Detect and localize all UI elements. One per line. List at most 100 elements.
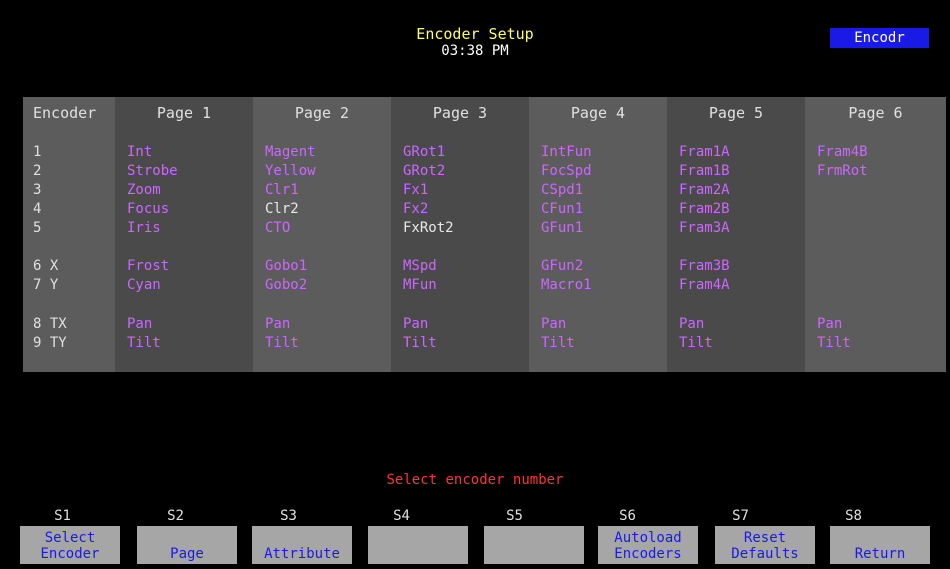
encoder-attribute-cell[interactable]: Gobo2 <box>265 277 307 293</box>
softkey-number-8: S8 <box>845 508 862 524</box>
softkey-number-5: S5 <box>506 508 523 524</box>
encoder-attribute-cell[interactable]: Macro1 <box>541 277 592 293</box>
softkey-button-2[interactable]: Page <box>137 526 237 564</box>
encoder-attribute-cell[interactable]: Frost <box>127 258 169 274</box>
encoder-attribute-cell[interactable]: Fram2A <box>679 182 730 198</box>
page-header-3[interactable]: Page 3 <box>391 105 529 121</box>
softkey-button-1[interactable]: Select Encoder <box>20 526 120 564</box>
page-column-1: Page 1 Int Strobe Zoom Focus Iris Frost Cyan Pan… <box>115 97 253 372</box>
encoder-attribute-cell[interactable]: MFun <box>403 277 437 293</box>
mode-badge: Encodr <box>830 28 929 48</box>
encoder-attribute-cell[interactable]: Magent <box>265 144 316 160</box>
encoder-attribute-cell[interactable]: GRot2 <box>403 163 445 179</box>
encoder-number-label[interactable]: 5 <box>33 220 41 236</box>
clock-time: 03:38 PM <box>441 43 509 59</box>
encoder-attribute-cell[interactable]: CFun1 <box>541 201 583 217</box>
encoder-number-label[interactable]: 2 <box>33 163 41 179</box>
encoder-attribute-cell[interactable]: GFun1 <box>541 220 583 236</box>
encoder-attribute-cell[interactable]: Iris <box>127 220 161 236</box>
encoder-number-label[interactable]: 8 TX <box>33 316 67 332</box>
page-header-6[interactable]: Page 6 <box>805 105 946 121</box>
screen-title: Encoder Setup <box>416 25 534 43</box>
encoder-attribute-cell[interactable]: Pan <box>679 316 704 332</box>
softkey-button-6[interactable]: Autoload Encoders <box>598 526 698 564</box>
encoder-number-label[interactable]: 3 <box>33 182 41 198</box>
encoder-number-label[interactable]: 4 <box>33 201 41 217</box>
softkey-button-4[interactable] <box>368 526 468 564</box>
softkey-label: Encoders <box>614 546 682 562</box>
command-prompt: Select encoder number <box>386 472 564 488</box>
encoder-attribute-cell[interactable]: Zoom <box>127 182 161 198</box>
encoder-attribute-cell[interactable]: Fram4B <box>817 144 868 160</box>
encoder-attribute-cell[interactable]: Pan <box>403 316 428 332</box>
encoder-attribute-cell[interactable]: IntFun <box>541 144 592 160</box>
encoder-attribute-cell[interactable]: Gobo1 <box>265 258 307 274</box>
encoder-column: Encoder 1 2 3 4 5 6 X 7 Y 8 TX 9 TY <box>23 97 115 372</box>
page-column-5: Page 5 Fram1A Fram1B Fram2A Fram2B Fram3A Fram… <box>667 97 805 372</box>
encoder-attribute-cell[interactable]: FrmRot <box>817 163 868 179</box>
softkey-number-3: S3 <box>280 508 297 524</box>
softkey-label: Defaults <box>731 546 799 562</box>
softkey-button-3[interactable]: Attribute <box>252 526 352 564</box>
softkey-number-1: S1 <box>54 508 71 524</box>
encoder-number-label[interactable]: 9 TY <box>33 335 67 351</box>
encoder-attribute-cell[interactable]: Fram4A <box>679 277 730 293</box>
page-header-4[interactable]: Page 4 <box>529 105 667 121</box>
softkey-button-8[interactable]: Return <box>830 526 930 564</box>
encoder-attribute-cell[interactable]: Clr1 <box>265 182 299 198</box>
encoder-attribute-cell[interactable]: Fx1 <box>403 182 428 198</box>
encoder-attribute-cell[interactable]: MSpd <box>403 258 437 274</box>
encoder-attribute-cell[interactable]: Fram1B <box>679 163 730 179</box>
encoder-attribute-cell[interactable]: Pan <box>817 316 842 332</box>
softkey-number-4: S4 <box>393 508 410 524</box>
encoder-attribute-cell[interactable]: Fram1A <box>679 144 730 160</box>
page-column-2: Page 2 Magent Yellow Clr1 Clr2 CTO Gobo1 Gobo2 P… <box>253 97 391 372</box>
page-header-2[interactable]: Page 2 <box>253 105 391 121</box>
page-header-5[interactable]: Page 5 <box>667 105 805 121</box>
page-column-6: Page 6 Fram4B FrmRot Pan Tilt <box>805 97 946 372</box>
encoder-attribute-cell[interactable]: Tilt <box>541 335 575 351</box>
encoder-attribute-cell[interactable]: Pan <box>541 316 566 332</box>
encoder-attribute-cell[interactable]: Int <box>127 144 152 160</box>
encoder-attribute-cell[interactable]: Fram2B <box>679 201 730 217</box>
encoder-attribute-cell[interactable]: Fx2 <box>403 201 428 217</box>
encoder-attribute-cell[interactable]: FxRot2 <box>403 220 454 236</box>
page-column-4: Page 4 IntFun FocSpd CSpd1 CFun1 GFun1 GFun2 Ma… <box>529 97 667 372</box>
softkey-label: Page <box>170 546 204 562</box>
encoder-number-label[interactable]: 7 Y <box>33 277 58 293</box>
encoder-attribute-cell[interactable]: Tilt <box>817 335 851 351</box>
encoder-attribute-cell[interactable]: Tilt <box>127 335 161 351</box>
encoder-number-label[interactable]: 1 <box>33 144 41 160</box>
encoder-attribute-cell[interactable]: Fram3B <box>679 258 730 274</box>
encoder-attribute-cell[interactable]: Pan <box>265 316 290 332</box>
encoder-attribute-cell[interactable]: GRot1 <box>403 144 445 160</box>
encoder-attribute-cell[interactable]: CSpd1 <box>541 182 583 198</box>
encoder-attribute-cell[interactable]: Fram3A <box>679 220 730 236</box>
encoder-attribute-cell[interactable]: Clr2 <box>265 201 299 217</box>
softkey-label: Reset <box>743 530 787 546</box>
encoder-column-header: Encoder <box>33 104 97 122</box>
softkey-button-7[interactable]: Reset Defaults <box>715 526 815 564</box>
page-header-1[interactable]: Page 1 <box>115 105 253 121</box>
encoder-attribute-cell[interactable]: Focus <box>127 201 169 217</box>
encoder-attribute-cell[interactable]: Tilt <box>403 335 437 351</box>
encoder-grid: Encoder 1 2 3 4 5 6 X 7 Y 8 TX 9 TY Page 1 Int Strob… <box>23 97 946 372</box>
softkey-button-5[interactable] <box>484 526 584 564</box>
encoder-attribute-cell[interactable]: CTO <box>265 220 290 236</box>
softkey-label: Encoder <box>40 546 100 562</box>
encoder-attribute-cell[interactable]: Tilt <box>265 335 299 351</box>
encoder-attribute-cell[interactable]: FocSpd <box>541 163 592 179</box>
encoder-attribute-cell[interactable]: Pan <box>127 316 152 332</box>
softkey-label: Attribute <box>264 546 340 562</box>
softkey-label: Autoload <box>614 530 682 546</box>
softkey-label: Return <box>854 546 906 562</box>
encoder-attribute-cell[interactable]: Cyan <box>127 277 161 293</box>
encoder-attribute-cell[interactable]: Strobe <box>127 163 178 179</box>
encoder-attribute-cell[interactable]: GFun2 <box>541 258 583 274</box>
page-column-3: Page 3 GRot1 GRot2 Fx1 Fx2 FxRot2 MSpd MFun Pan T… <box>391 97 529 372</box>
softkey-number-6: S6 <box>619 508 636 524</box>
encoder-attribute-cell[interactable]: Yellow <box>265 163 316 179</box>
encoder-number-label[interactable]: 6 X <box>33 258 58 274</box>
softkey-label: Select <box>44 530 96 546</box>
encoder-attribute-cell[interactable]: Tilt <box>679 335 713 351</box>
